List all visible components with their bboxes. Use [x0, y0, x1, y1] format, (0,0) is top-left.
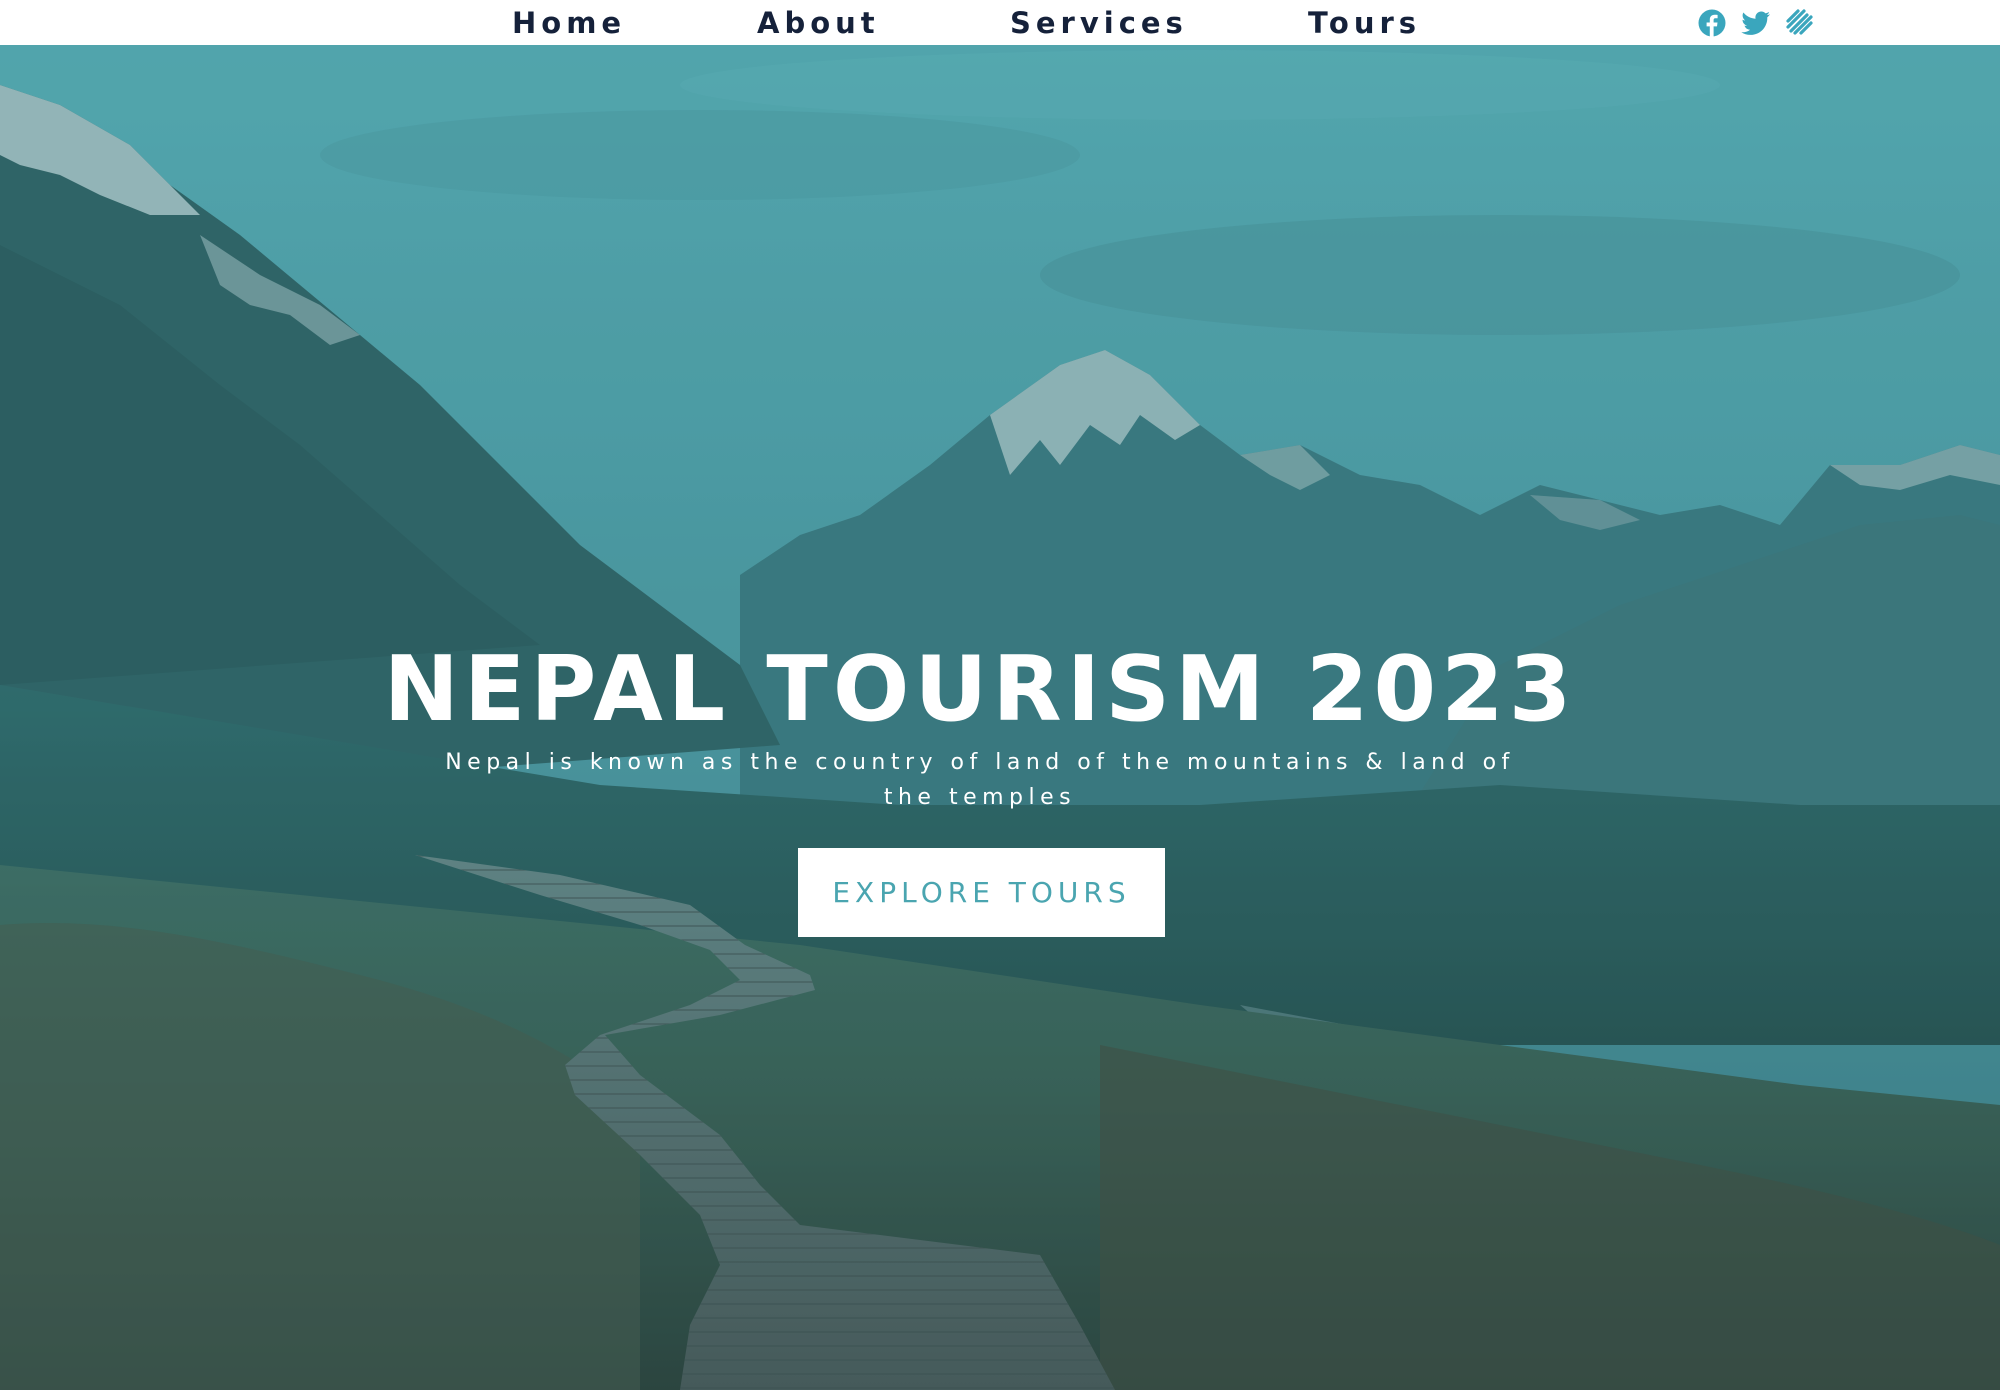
nav-link-about[interactable]: About [757, 3, 880, 43]
hero-subtitle: Nepal is known as the country of land of… [445, 750, 1515, 810]
facebook-icon[interactable] [1698, 9, 1726, 37]
top-navbar: Home About Services Tours [0, 0, 2000, 45]
twitter-icon[interactable] [1741, 9, 1770, 37]
explore-tours-button[interactable]: EXPLORE TOURS [798, 848, 1165, 937]
hero-section: NEPAL TOURISM 2023 Nepal is known as the… [0, 45, 2000, 1390]
hero-title: NEPAL TOURISM 2023 [383, 637, 1577, 742]
stack-icon[interactable] [1785, 9, 1813, 37]
nav-link-home[interactable]: Home [512, 3, 626, 43]
nav-link-tours[interactable]: Tours [1308, 3, 1421, 43]
nav-link-services[interactable]: Services [1010, 3, 1188, 43]
